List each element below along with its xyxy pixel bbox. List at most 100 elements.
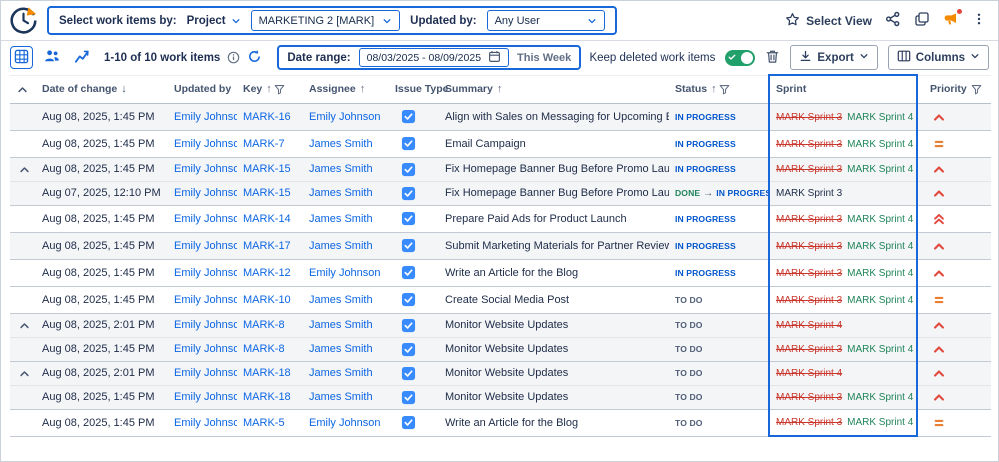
table-row: Aug 08, 2025, 1:45 PM Emily Johnson MARK-1… [10,286,991,313]
updated-by-link[interactable]: Emily Johnson [174,163,237,175]
work-item-key-link[interactable]: MARK-16 [243,111,291,123]
date-of-change-cell: Aug 08, 2025, 1:45 PM [36,259,168,286]
work-item-key-link[interactable]: MARK-8 [243,343,285,355]
copy-view-button[interactable] [914,11,930,30]
assignee-link[interactable]: James Smith [309,367,373,379]
column-header-updated-by[interactable]: Updated by [168,74,237,104]
work-item-key-link[interactable]: MARK-18 [243,367,291,379]
updated-by-link[interactable]: Emily Johnson [174,240,237,252]
column-header-summary[interactable]: Summary ↑ [439,74,669,104]
assignee-link[interactable]: James Smith [309,187,373,199]
work-item-key-link[interactable]: MARK-8 [243,319,285,331]
updated-by-link[interactable]: Emily Johnson [174,213,237,225]
assignee-link[interactable]: James Smith [309,240,373,252]
updated-by-link[interactable]: Emily Johnson [174,391,237,403]
task-type-icon [395,415,416,430]
share-button[interactable] [885,11,901,30]
star-icon [785,12,800,30]
filter-field-dropdown[interactable]: Project [187,15,241,27]
sort-desc-icon[interactable]: ↓ [121,83,127,95]
chart-view-button[interactable] [70,46,93,69]
assignee-link[interactable]: Emily Johnson [309,417,381,429]
table-row: Aug 07, 2025, 12:10 PM Emily Johnson MARK-… [10,181,991,205]
updated-by-link[interactable]: Emily Johnson [174,267,237,279]
sort-asc-icon[interactable]: ↑ [711,83,717,95]
this-week-hint: This Week [517,51,572,64]
assignee-link[interactable]: James Smith [309,343,373,355]
columns-button[interactable]: Columns [887,45,989,70]
row-expander-cell [10,181,36,205]
project-select[interactable]: MARKETING 2 [MARK] [250,10,401,31]
column-header-sprint[interactable]: Sprint [768,74,918,104]
column-header-priority[interactable]: Priority [917,74,991,104]
column-header-date[interactable]: Date of change ↓ [36,74,168,104]
updated-by-select[interactable]: Any User [486,10,605,31]
work-item-key-link[interactable]: MARK-15 [243,187,291,199]
columns-icon [897,49,911,66]
collapse-all-button[interactable] [10,74,36,104]
assignee-link[interactable]: James Smith [309,391,373,403]
chevron-down-icon [859,51,869,64]
assignee-link[interactable]: James Smith [309,294,373,306]
priority-medium-icon [932,416,946,428]
updated-by-cell: Emily Johnson [168,313,237,337]
updated-by-link[interactable]: Emily Johnson [174,111,237,123]
updated-by-link[interactable]: Emily Johnson [174,138,237,150]
column-header-assignee[interactable]: Assignee ↑ [303,74,389,104]
work-item-key-link[interactable]: MARK-12 [243,267,291,279]
updated-by-link[interactable]: Emily Johnson [174,319,237,331]
work-item-key-link[interactable]: MARK-14 [243,213,291,225]
summary-cell: Monitor Website Updates [439,337,669,361]
assignee-link[interactable]: James Smith [309,163,373,175]
sort-asc-icon[interactable]: ↑ [497,83,503,95]
column-header-status[interactable]: Status ↑ [669,74,769,104]
work-item-key-link[interactable]: MARK-10 [243,294,291,306]
updated-by-cell: Emily Johnson [168,337,237,361]
select-view-button[interactable]: Select View [785,12,872,30]
collapse-row-button[interactable] [10,313,36,337]
sort-asc-icon[interactable]: ↑ [266,83,272,95]
updated-by-link[interactable]: Emily Johnson [174,294,237,306]
refresh-button[interactable] [247,49,262,67]
user-view-button[interactable] [40,46,63,69]
filter-icon[interactable] [274,84,285,96]
toolbar-right: Keep deleted work items Export Columns [589,45,989,70]
date-of-change-cell: Aug 08, 2025, 1:45 PM [36,130,168,157]
work-item-key-link[interactable]: MARK-7 [243,138,285,150]
export-button[interactable]: Export [790,45,878,70]
column-header-issue-type[interactable]: Issue Type [389,74,449,104]
status-cell: IN PROGRESS [669,157,769,181]
updated-by-link[interactable]: Emily Johnson [174,187,237,199]
whats-new-button[interactable] [943,8,963,30]
work-item-key-link[interactable]: MARK-17 [243,240,291,252]
collapse-row-button[interactable] [10,361,36,385]
sort-asc-icon[interactable]: ↑ [360,83,366,95]
collapse-row-button[interactable] [10,157,36,181]
assignee-link[interactable]: James Smith [309,138,373,150]
table-view-button[interactable] [10,46,33,69]
table-row: Aug 08, 2025, 1:45 PM Emily Johnson MARK-7… [10,130,991,157]
filter-icon[interactable] [971,84,982,96]
filter-icon[interactable] [719,84,730,96]
updated-by-link[interactable]: Emily Johnson [174,367,237,379]
task-type-icon [395,238,416,253]
assignee-link[interactable]: James Smith [309,319,373,331]
delete-button[interactable] [765,49,780,67]
priority-cell [917,409,991,436]
updated-by-link[interactable]: Emily Johnson [174,343,237,355]
keep-deleted-toggle[interactable] [725,49,756,66]
updated-by-link[interactable]: Emily Johnson [174,417,237,429]
column-label: Updated by [174,83,232,95]
work-item-key-link[interactable]: MARK-5 [243,417,285,429]
summary-cell: Fix Homepage Banner Bug Before Promo Lau… [439,181,669,205]
assignee-link[interactable]: James Smith [309,213,373,225]
work-item-key-link[interactable]: MARK-18 [243,391,291,403]
work-item-key-link[interactable]: MARK-15 [243,163,291,175]
date-range-input[interactable]: 08/03/2025 - 08/09/2025 [358,48,510,67]
column-header-key[interactable]: Key ↑ [237,74,303,104]
info-icon[interactable] [227,51,240,64]
assignee-link[interactable]: Emily Johnson [309,111,381,123]
date-of-change-cell: Aug 08, 2025, 1:45 PM [36,232,168,259]
kebab-menu-button[interactable] [972,11,986,30]
assignee-link[interactable]: Emily Johnson [309,267,381,279]
